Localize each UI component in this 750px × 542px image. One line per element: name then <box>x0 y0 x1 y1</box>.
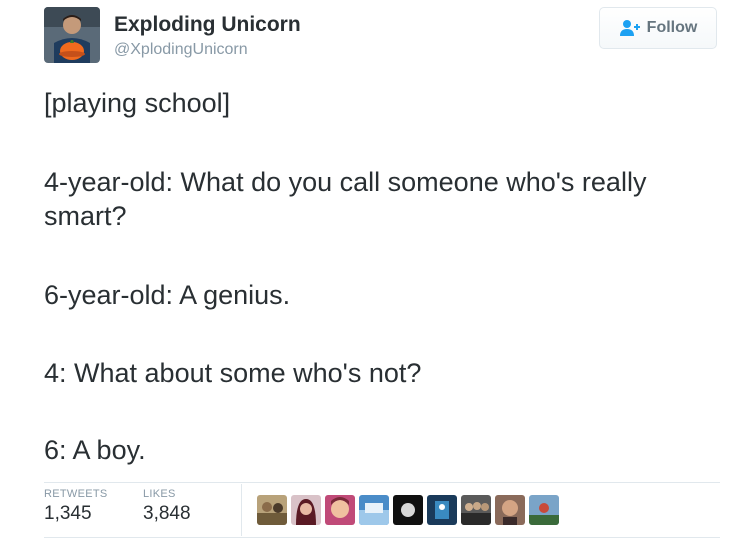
retweets-label: RETWEETS <box>44 488 108 500</box>
liker-avatar[interactable] <box>427 495 457 525</box>
liker-avatar[interactable] <box>359 495 389 525</box>
tweet-text-line: 4: What about some who's not? <box>44 358 422 388</box>
tweet-text-line: 4-year-old: What do you call someone who… <box>44 167 647 231</box>
liker-avatar[interactable] <box>291 495 321 525</box>
stats-separator <box>241 484 242 536</box>
likes-count: 3,848 <box>143 503 191 524</box>
author-name[interactable]: Exploding Unicorn <box>114 13 301 37</box>
tweet-text-line: 6-year-old: A genius. <box>44 280 291 310</box>
liker-avatar[interactable] <box>325 495 355 525</box>
retweets-stat[interactable]: RETWEETS 1,345 <box>44 488 108 525</box>
author-handle[interactable]: @XplodingUnicorn <box>114 41 248 59</box>
tweet-text-line: 6: A boy. <box>44 435 146 465</box>
follow-button[interactable]: Follow <box>599 7 717 49</box>
follow-user-icon <box>619 19 641 37</box>
liker-avatar[interactable] <box>529 495 559 525</box>
stats-divider-bottom <box>44 537 720 538</box>
likes-label: LIKES <box>143 488 176 500</box>
follow-button-label: Follow <box>646 19 698 36</box>
author-avatar[interactable] <box>44 7 100 63</box>
liker-avatar[interactable] <box>257 495 287 525</box>
liker-avatar[interactable] <box>495 495 525 525</box>
tweet-text-line: [playing school] <box>44 88 231 118</box>
liker-avatar[interactable] <box>393 495 423 525</box>
liker-avatar[interactable] <box>461 495 491 525</box>
liker-avatars <box>257 495 559 525</box>
retweets-count: 1,345 <box>44 503 92 524</box>
likes-stat[interactable]: LIKES 3,848 <box>143 488 191 525</box>
stats-divider-top <box>44 482 720 483</box>
tweet-card: Exploding Unicorn @XplodingUnicorn Follo… <box>0 0 750 542</box>
